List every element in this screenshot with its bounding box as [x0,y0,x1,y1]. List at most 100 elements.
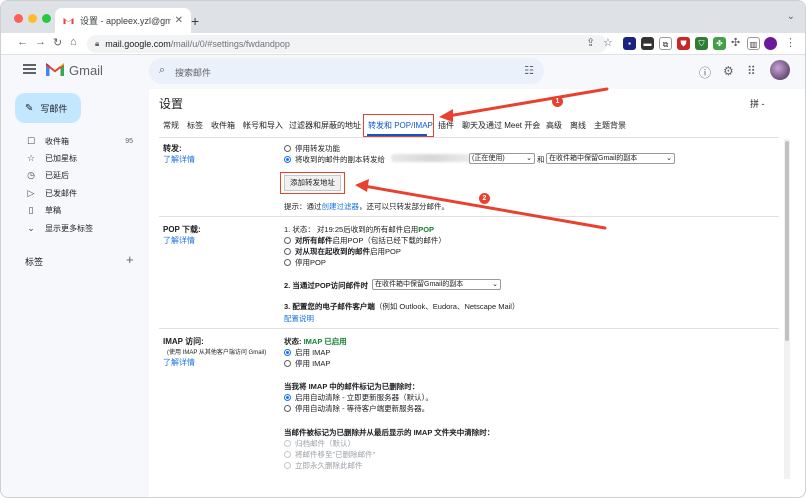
radio-button[interactable] [284,462,291,469]
tab-accounts[interactable]: 帐号和导入 [243,120,283,131]
tab-addons[interactable]: 插件 [438,120,454,131]
add-label-button[interactable]: + [126,252,134,267]
tab-labels[interactable]: 标签 [187,120,203,131]
radio-button[interactable] [284,451,291,458]
move-to-trash-option[interactable]: 将邮件移至"已删除邮件" [284,449,375,460]
extension-icon[interactable]: ▪ [623,37,636,50]
pop-all-option[interactable]: 对所有邮件启用POP（包括已经下载的邮件） [284,235,446,246]
imap-learn-more-link[interactable]: 了解详情 [163,357,195,368]
tab-filters[interactable]: 过滤器和屏蔽的地址 [289,120,361,131]
radio-button[interactable] [284,360,291,367]
tab-advanced[interactable]: 高级 [546,120,562,131]
forwarding-disable-option[interactable]: 停用转发功能 [284,143,340,154]
menu-kebab-icon[interactable]: ⋮ [785,36,796,49]
profile-icon[interactable] [764,37,777,50]
pop-title: POP 下载: [163,225,201,234]
sidebar-item-snoozed[interactable]: ◷ 已延后 [1,167,149,183]
browser-tab[interactable]: 设置 - appleex.yzl@gmail.com ✕ [55,8,191,33]
tab-search-icon[interactable]: ⌄ [787,11,795,22]
pop-action-select[interactable]: 在收件箱中保留Gmail的副本 ⌄ [372,279,501,290]
account-avatar[interactable] [770,60,790,80]
mail-search-bar[interactable]: ⌕ 搜索邮件 ☷ [149,58,544,84]
sidebar-item-starred[interactable]: ☆ 已加星标 [1,150,149,166]
input-tools-button[interactable]: 拼 - [750,97,765,110]
radio-button[interactable] [284,145,291,152]
imap-delete-heading: 当我将 IMAP 中的邮件标记为已删除时： [284,381,419,392]
imap-disable-option[interactable]: 停用 IMAP [284,358,330,369]
reload-icon[interactable]: ↻ [53,36,62,49]
settings-gear-icon[interactable]: ⚙ [723,64,734,78]
url-field[interactable]: 🔒︎ mail.google.com/mail/u/0/#settings/fw… [87,35,607,53]
pop-disable-option[interactable]: 停用POP [284,257,326,268]
close-window-icon[interactable] [14,14,23,23]
main-menu-icon[interactable] [23,64,36,74]
gmail-header: Gmail ⌕ 搜索邮件 ☷ ⓘ ⚙ ⠿ [1,55,805,89]
auto-expunge-on-option[interactable]: 启用自动清除 - 立即更新服务器（默认）。 [284,392,433,403]
heading-text: 当邮件被标记为已删除并从最后显示的 IMAP 文件夹中清除时： [284,428,495,437]
apps-grid-icon[interactable]: ⠿ [747,64,756,78]
radio-button[interactable] [284,259,291,266]
radio-button[interactable] [284,405,291,412]
back-icon[interactable]: ← [17,36,28,48]
create-filter-link[interactable]: 创建过滤器 [322,202,360,211]
sidebar-item-more[interactable]: ⌄ 显示更多标签 [1,220,149,236]
sidebar-item-drafts[interactable]: ▯ 草稿 [1,202,149,218]
extension-icon[interactable]: ✤ [713,37,726,50]
chevron-down-icon: ⌄ [526,155,532,162]
tab-offline[interactable]: 离线 [570,120,586,131]
tab-themes[interactable]: 主题背景 [594,120,626,131]
sidebar-item-sent[interactable]: ▷ 已发邮件 [1,185,149,201]
heading-text: 当我将 IMAP 中的邮件标记为已删除时： [284,382,420,391]
option-label: 将收到的邮件的副本转发给 [295,155,385,164]
compose-button[interactable]: ✎ 写邮件 [15,93,81,123]
new-tab-button[interactable]: + [191,13,199,29]
radio-button[interactable] [284,394,291,401]
radio-button[interactable] [284,248,291,255]
sidebar-item-label: 已加星标 [45,153,77,163]
search-icon[interactable]: ⌕ [159,64,165,77]
gmail-wordmark[interactable]: Gmail [69,63,103,78]
extension-icon[interactable]: ⧉ [659,37,672,50]
forwarding-enable-option[interactable]: 将收到的邮件的副本转发给 [284,154,385,165]
home-icon[interactable]: ⌂ [70,36,77,48]
and-label: 和 [537,155,545,164]
sidepanel-icon[interactable]: ▥ [747,37,760,50]
scrollbar-thumb[interactable] [785,141,789,341]
search-input[interactable]: 搜索邮件 [175,66,211,79]
tab-chat-meet[interactable]: 聊天及通过 Meet 开会 [462,120,540,131]
pop-learn-more-link[interactable]: 了解详情 [163,235,195,246]
radio-button[interactable] [284,156,291,163]
auto-expunge-off-option[interactable]: 停用自动清除 - 等待客户端更新服务器。 [284,403,429,414]
radio-button[interactable] [284,349,291,356]
radio-button[interactable] [284,440,291,447]
forward-address-select[interactable]: (正在使用) ⌄ [469,153,535,164]
imap-enable-option[interactable]: 启用 IMAP [284,347,330,358]
share-icon[interactable]: ⇪ [586,36,595,49]
pop-config-link[interactable]: 配置说明 [284,313,314,324]
divider [159,137,779,138]
radio-button[interactable] [284,237,291,244]
extension-icon[interactable]: ⛉ [695,37,708,50]
gmail-logo-icon[interactable] [45,61,65,77]
maximize-window-icon[interactable] [42,14,51,23]
forward-icon[interactable]: → [35,36,46,48]
tab-inbox[interactable]: 收件箱 [211,120,235,131]
bookmark-star-icon[interactable]: ☆ [603,36,613,49]
delete-forever-option[interactable]: 立即永久删除此邮件 [284,460,363,471]
sidebar-item-inbox[interactable]: ☐ 收件箱 95 [1,133,149,149]
close-tab-icon[interactable]: ✕ [175,15,183,26]
tab-general[interactable]: 常规 [163,120,179,131]
search-options-icon[interactable]: ☷ [524,64,534,77]
imap-status-value: IMAP 已启用 [303,337,347,346]
help-icon[interactable]: ⓘ [699,64,711,81]
forwarding-learn-more-link[interactable]: 了解详情 [163,154,195,165]
send-icon: ▷ [27,187,35,198]
minimize-window-icon[interactable] [28,14,37,23]
pop-from-now-option[interactable]: 对从现在起收到的邮件启用POP [284,246,401,257]
archive-option[interactable]: 归档邮件（默认） [284,438,355,449]
divider [159,216,779,217]
puzzle-icon[interactable]: ✣ [731,36,740,49]
forward-keep-copy-select[interactable]: 在收件箱中保留Gmail的副本 ⌄ [546,153,675,164]
extension-icon[interactable]: ▬ [641,37,654,50]
extension-icon[interactable]: ⛊ [677,37,690,50]
